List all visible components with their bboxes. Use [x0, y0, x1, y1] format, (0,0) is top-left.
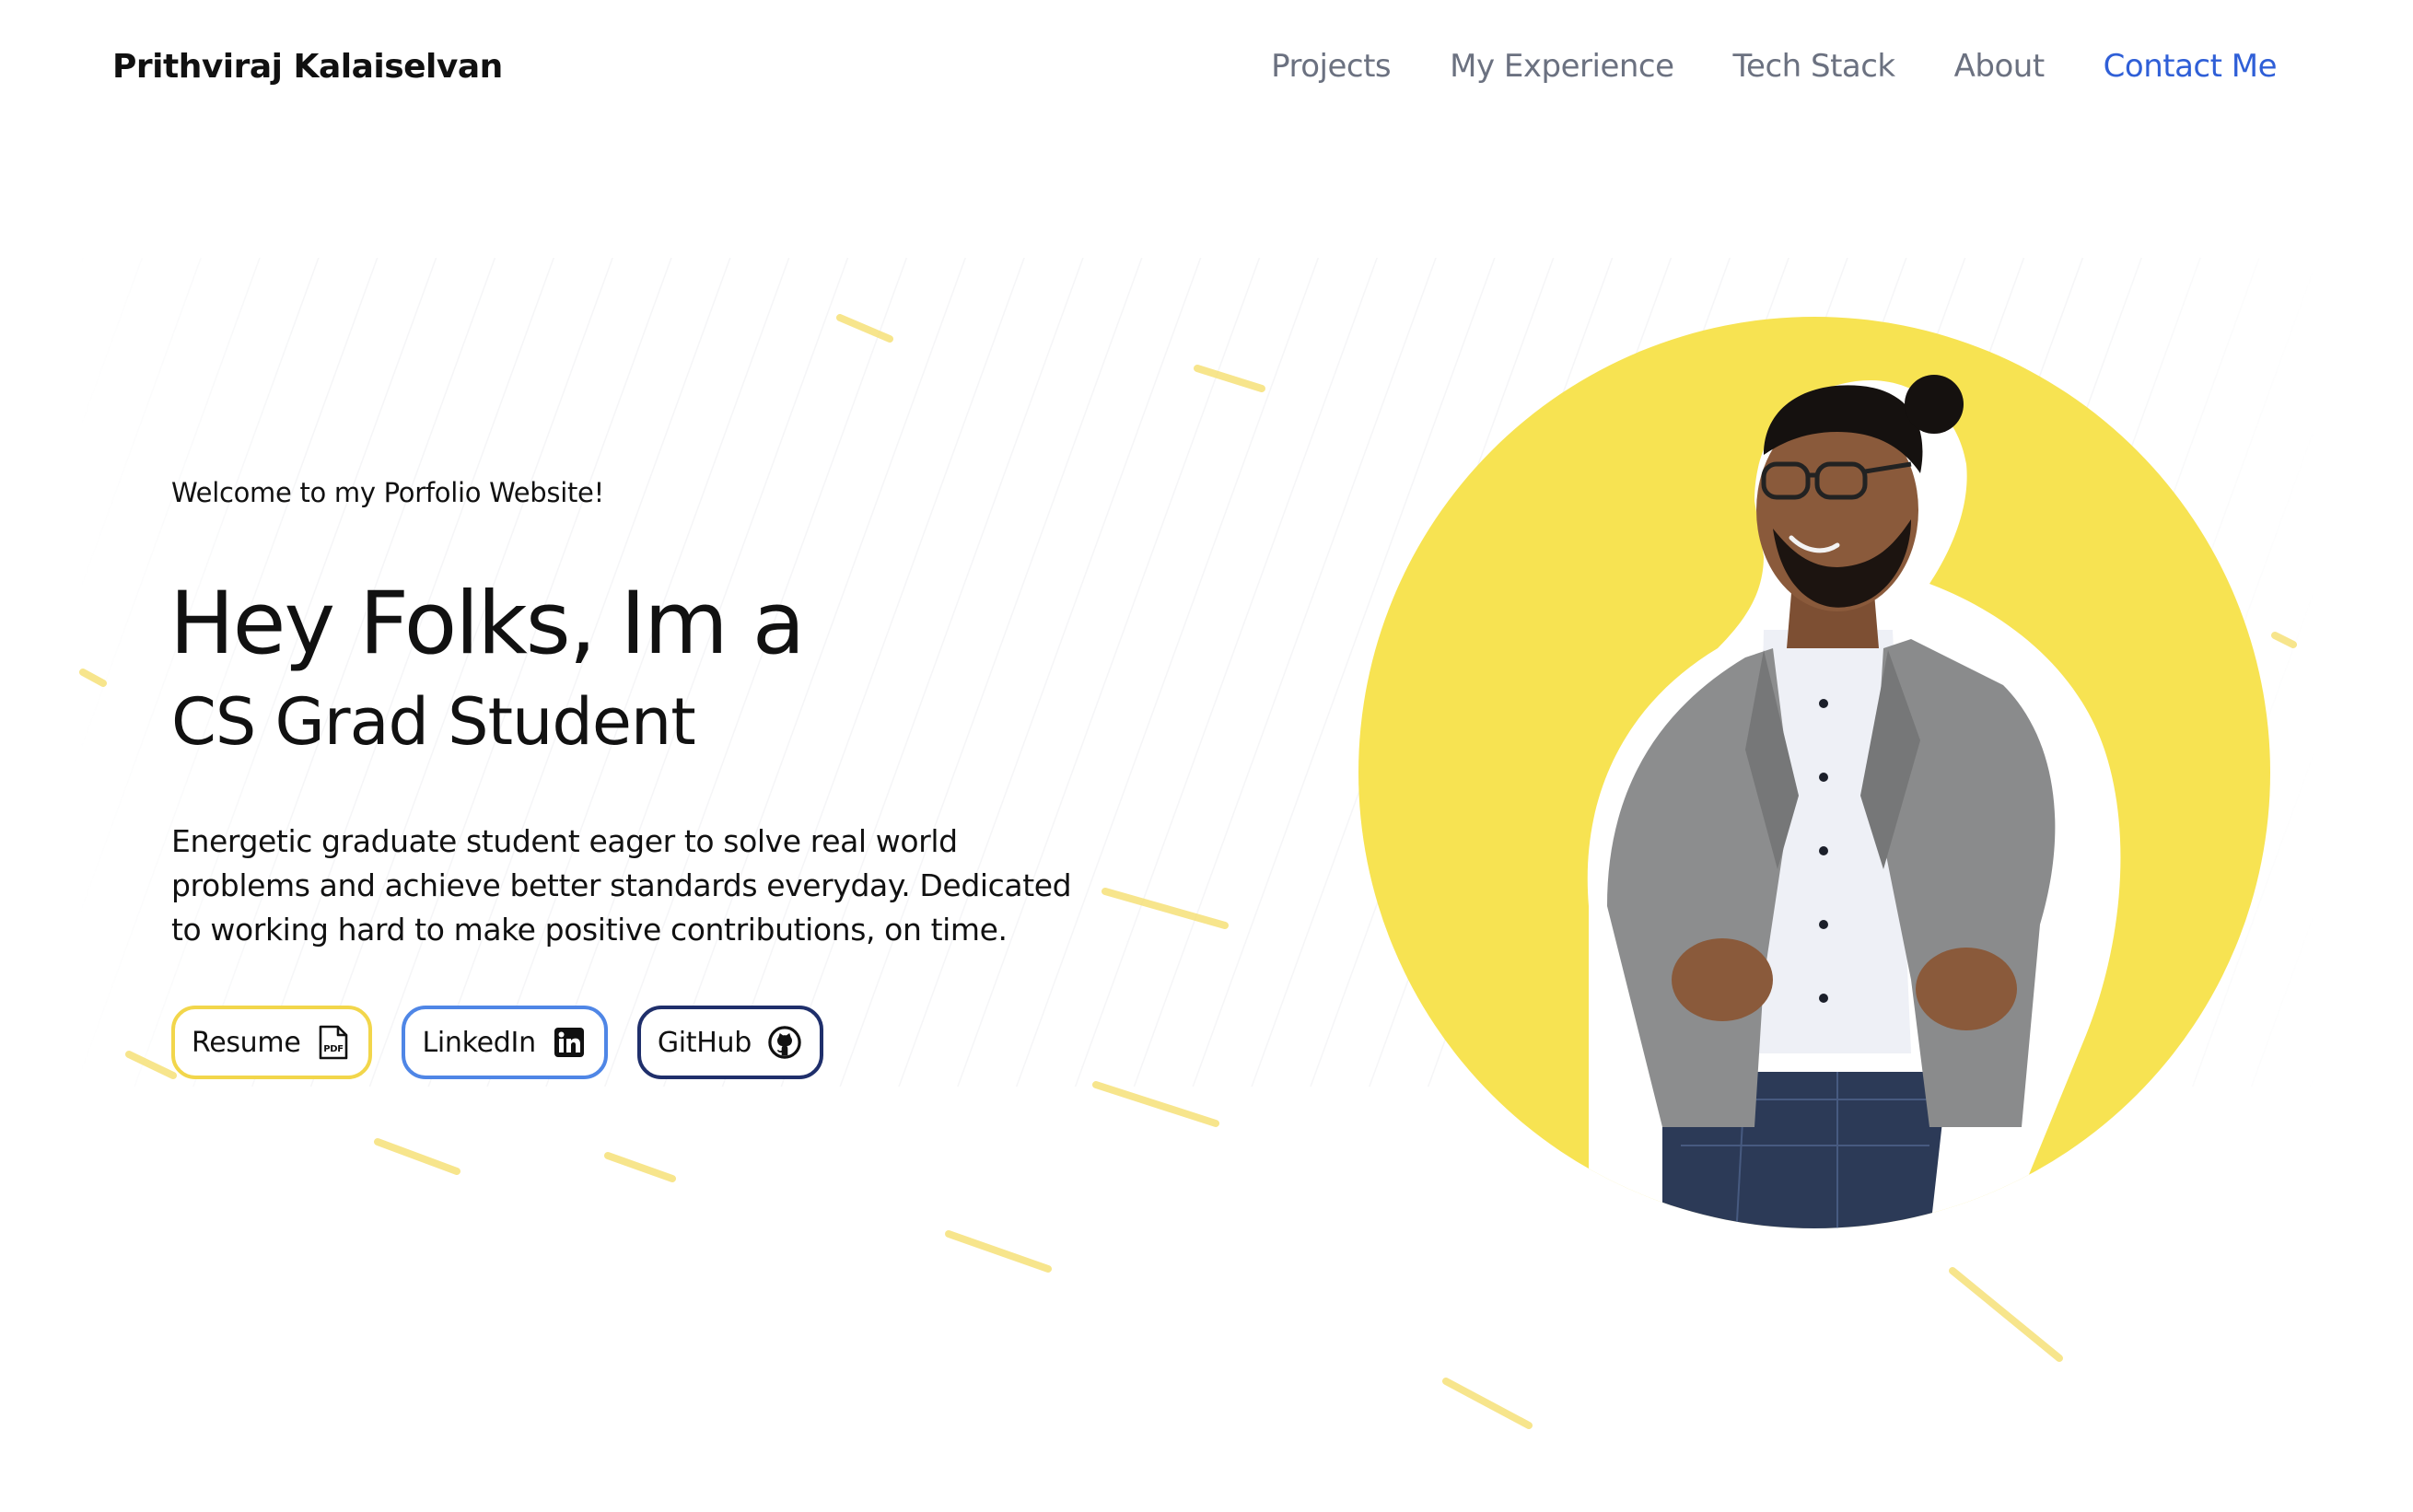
pdf-icon: PDF	[317, 1025, 350, 1060]
nav-link-contact[interactable]: Contact Me	[2104, 48, 2278, 85]
hero-subheadline: CS Grad Student	[171, 684, 696, 760]
streak	[1949, 1267, 2063, 1362]
linkedin-icon	[553, 1025, 586, 1060]
welcome-text: Welcome to my Porfolio Website!	[171, 477, 604, 508]
resume-button[interactable]: Resume PDF	[171, 1006, 373, 1079]
nav-link-projects[interactable]: Projects	[1271, 48, 1392, 85]
streak	[1442, 1378, 1533, 1429]
nav-link-about[interactable]: About	[1954, 48, 2046, 85]
hero-actions: Resume PDF LinkedIn GitHub	[171, 1006, 823, 1079]
linkedin-button[interactable]: LinkedIn	[402, 1006, 608, 1079]
main-nav: Projects My Experience Tech Stack About …	[1271, 48, 2277, 85]
github-button-label: GitHub	[657, 1026, 752, 1059]
resume-button-label: Resume	[192, 1026, 301, 1059]
streak	[945, 1230, 1052, 1273]
page: Prithviraj Kalaiselvan Projects My Exper…	[0, 0, 2413, 1512]
hero-headline: Hey Folks, Im a	[169, 574, 805, 674]
github-icon	[768, 1025, 801, 1060]
nav-link-experience[interactable]: My Experience	[1450, 48, 1674, 85]
site-header: Prithviraj Kalaiselvan Projects My Exper…	[0, 0, 2413, 138]
streak	[374, 1138, 460, 1175]
nav-link-tech-stack[interactable]: Tech Stack	[1733, 48, 1896, 85]
streak	[1092, 1081, 1219, 1127]
site-brand[interactable]: Prithviraj Kalaiselvan	[112, 48, 503, 86]
github-button[interactable]: GitHub	[636, 1006, 823, 1079]
hero-description: Energetic graduate student eager to solv…	[171, 823, 1072, 948]
streak	[604, 1152, 676, 1182]
svg-text:PDF: PDF	[324, 1044, 344, 1054]
profile-portrait	[1358, 317, 2270, 1228]
linkedin-button-label: LinkedIn	[422, 1026, 536, 1059]
